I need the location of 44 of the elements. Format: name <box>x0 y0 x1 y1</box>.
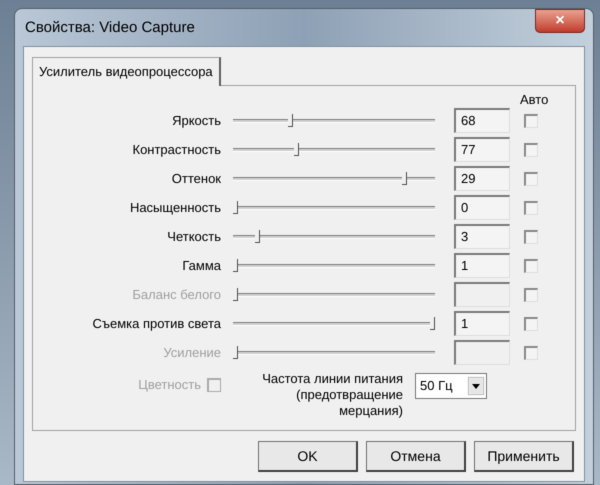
slider[interactable] <box>233 316 435 330</box>
dialog-button[interactable]: OK <box>258 441 358 472</box>
slider-label: Четкость <box>166 228 221 246</box>
value-field[interactable]: 77 <box>454 137 510 162</box>
column-header: Авто <box>520 91 548 109</box>
slider[interactable] <box>233 200 435 214</box>
tab[interactable]: Усилитель видеопроцессора <box>32 57 221 86</box>
checkbox-label: Цветность <box>138 376 201 394</box>
slider-label: Усиление <box>162 344 221 362</box>
checkbox[interactable] <box>524 230 538 244</box>
slider[interactable] <box>233 230 435 244</box>
slider-label: Контрастность <box>132 140 221 159</box>
slider[interactable] <box>233 172 435 186</box>
dropdown-arrow-icon <box>468 377 484 395</box>
checkbox[interactable] <box>524 114 538 128</box>
value-field[interactable]: 68 <box>454 108 510 133</box>
checkbox[interactable] <box>524 258 538 272</box>
value-field[interactable]: 29 <box>454 166 510 191</box>
slider[interactable] <box>233 258 435 272</box>
slider[interactable] <box>233 346 435 360</box>
slider-label: Гамма <box>181 256 221 275</box>
value-field[interactable]: 1 <box>454 311 510 336</box>
slider-label: Насыщенность <box>128 198 221 217</box>
window-title: Свойства: Video Capture <box>25 18 195 38</box>
value-field[interactable]: 3 <box>454 224 510 249</box>
dialog-button[interactable]: Применить <box>474 441 574 472</box>
slider[interactable] <box>233 142 435 156</box>
value-field[interactable]: 0 <box>454 195 510 220</box>
checkbox[interactable] <box>524 316 538 330</box>
slider-label: Оттенок <box>170 170 221 188</box>
slider-label: Съемка против света <box>91 314 221 333</box>
field-label: Частота линии питания (предотвращение мерцания) <box>261 370 403 419</box>
value-field[interactable] <box>454 282 510 307</box>
slider[interactable] <box>233 288 435 302</box>
value-field[interactable]: 1 <box>454 253 510 278</box>
checkbox[interactable] <box>524 200 538 214</box>
slider[interactable] <box>233 114 435 128</box>
value-field[interactable] <box>454 340 510 365</box>
checkbox[interactable] <box>524 172 538 186</box>
slider-label: Баланс белого <box>131 286 221 304</box>
dropdown[interactable]: 50 Гц <box>415 373 487 399</box>
checkbox[interactable] <box>524 142 538 156</box>
dialog-button[interactable]: Отмена <box>366 441 466 472</box>
slider-label: Яркость <box>171 112 221 130</box>
